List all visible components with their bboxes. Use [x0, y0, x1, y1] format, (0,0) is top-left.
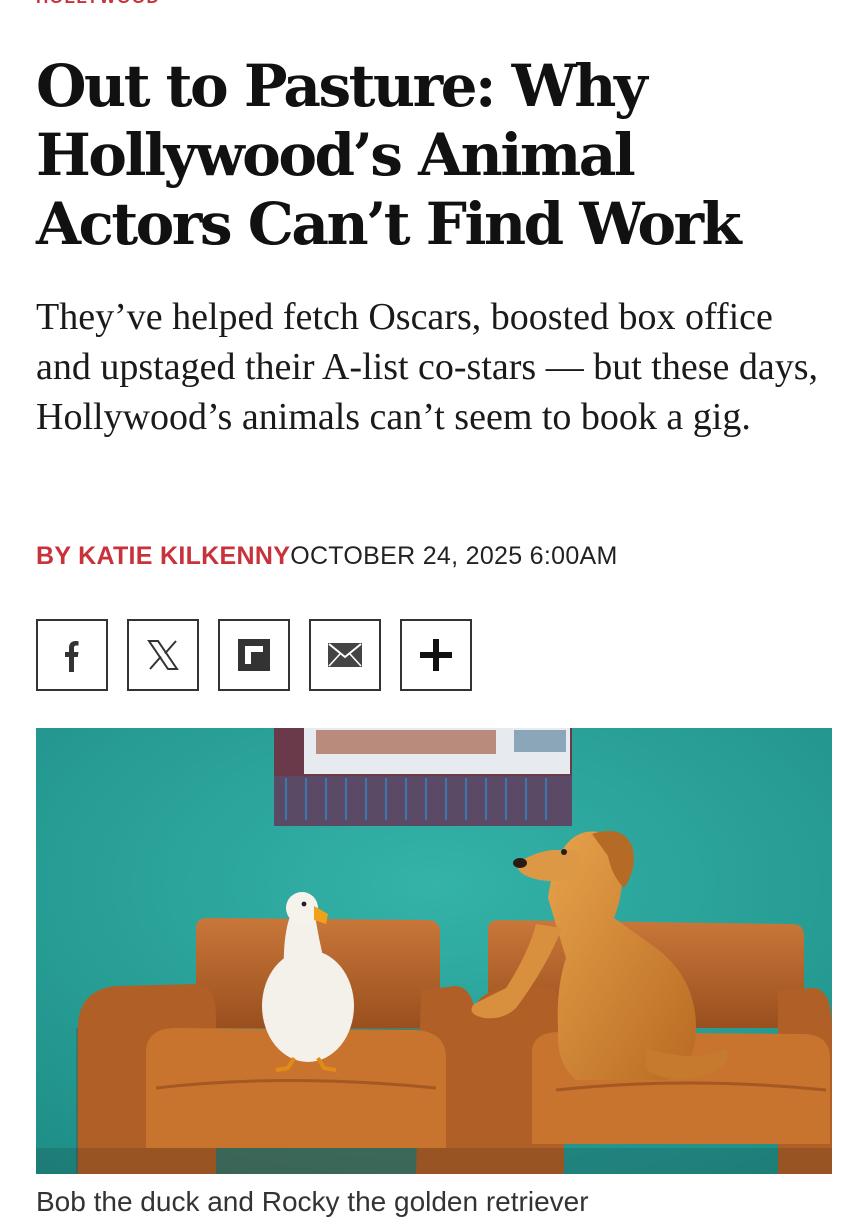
author-byline[interactable]: BY KATIE KILKENNY [36, 542, 290, 570]
section-label[interactable]: Hollywood [36, 0, 160, 8]
x-icon [147, 640, 179, 670]
image-caption: Bob the duck and Rocky the golden retrie… [36, 1186, 589, 1217]
plus-icon [420, 639, 452, 671]
share-flipboard-button[interactable] [218, 619, 290, 691]
article-dek: They’ve helped fetch Oscars, boosted box… [36, 296, 819, 438]
share-email-button[interactable] [309, 619, 381, 691]
facebook-icon [65, 641, 79, 672]
publish-date: OCTOBER 24, 2025 6:00AM [290, 542, 618, 570]
flipboard-icon [238, 639, 270, 671]
share-x-button[interactable] [127, 619, 199, 691]
share-bar [36, 619, 472, 691]
article-headline: Out to Pasture: Why Hollywood’s Animal A… [36, 52, 742, 258]
byline-row: BY KATIE KILKENNYOCTOBER 24, 2025 6:00AM [36, 538, 618, 574]
share-more-button[interactable] [400, 619, 472, 691]
share-facebook-button[interactable] [36, 619, 108, 691]
mail-icon [328, 643, 362, 667]
hero-image [36, 728, 832, 1174]
